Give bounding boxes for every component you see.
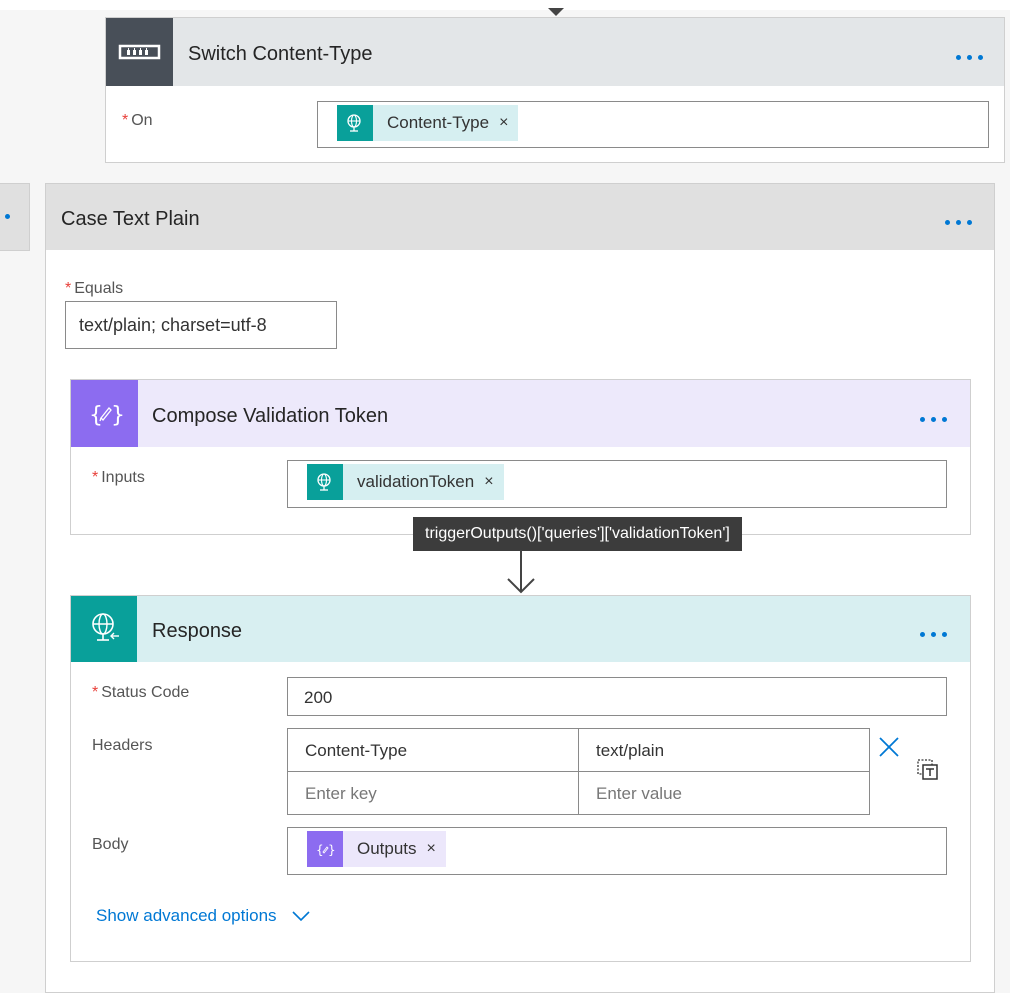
case-equals-input[interactable]: text/plain; charset=utf-8: [65, 301, 337, 349]
switch-on-label: * On: [122, 112, 153, 130]
compose-inputs-label-text: Inputs: [101, 469, 145, 486]
svg-text:{: {: [316, 843, 324, 857]
token-icon-tile: [307, 464, 343, 500]
globe-request-icon: [347, 114, 361, 132]
headers-table: Content-Type text/plain Enter key Enter …: [287, 728, 870, 815]
compose-icon: { }: [89, 403, 125, 428]
response-card: Response * Status Code 200 Headers Conten…: [70, 595, 971, 962]
header-key-cell[interactable]: Content-Type: [305, 741, 407, 761]
response-more-menu[interactable]: [917, 625, 950, 645]
globe-response-icon: [92, 613, 119, 641]
token-remove-icon[interactable]: ×: [427, 840, 446, 858]
switch-icon-tile: [106, 18, 173, 86]
status-code-input[interactable]: 200: [287, 677, 947, 716]
compose-inputs-label: * Inputs: [92, 469, 145, 487]
required-mark: *: [65, 280, 72, 297]
case-card: Case Text Plain * Equals text/plain; char…: [45, 183, 995, 993]
outputs-token[interactable]: { } Outputs ×: [307, 831, 446, 867]
svg-text:}: }: [328, 843, 336, 857]
switch-icon: [118, 44, 161, 60]
svg-text:}: }: [111, 403, 125, 428]
advanced-link-label: Show advanced options: [96, 906, 277, 925]
validation-token-token[interactable]: validationToken ×: [307, 464, 504, 500]
token-remove-icon[interactable]: ×: [499, 114, 518, 132]
token-label: Outputs: [357, 839, 417, 858]
switch-more-menu[interactable]: [953, 48, 986, 68]
compose-more-menu[interactable]: [917, 410, 950, 430]
required-mark: *: [122, 112, 129, 129]
body-label: Body: [92, 836, 129, 853]
tooltip-text: triggerOutputs()['queries']['validationT…: [425, 525, 730, 542]
required-mark: *: [92, 469, 99, 486]
case-more-menu[interactable]: [942, 213, 975, 233]
case-title: Case Text Plain: [61, 208, 200, 230]
content-type-token[interactable]: Content-Type ×: [337, 105, 519, 141]
token-icon-tile: { }: [307, 831, 343, 867]
token-icon-tile: [337, 105, 373, 141]
token-expression-tooltip: triggerOutputs()['queries']['validationT…: [413, 517, 742, 551]
switch-on-label-text: On: [131, 112, 153, 129]
response-title: Response: [152, 620, 243, 642]
status-code-value: 200: [304, 688, 333, 707]
switch-title: Switch Content-Type: [188, 43, 373, 65]
header-key-input[interactable]: Enter key: [305, 784, 377, 804]
globe-request-icon: [317, 473, 331, 491]
compose-icon-tile: { }: [71, 380, 138, 447]
status-code-label: * Status Code: [92, 684, 189, 702]
svg-text:{: {: [89, 403, 103, 428]
case-equals-label: * Equals: [65, 280, 123, 298]
compose-card: { } Compose Validation Token * Inputs va…: [70, 379, 971, 535]
canvas-top: [0, 0, 1010, 10]
response-icon-tile: [71, 596, 137, 662]
token-remove-icon[interactable]: ×: [484, 473, 503, 491]
status-code-label-text: Status Code: [101, 684, 190, 701]
chevron-down-icon: [291, 911, 310, 922]
header-value-input[interactable]: Enter value: [596, 784, 682, 804]
delete-row-close-icon[interactable]: [878, 736, 900, 758]
compose-token-icon: { }: [316, 843, 336, 857]
connector-arrow-down-icon: [507, 550, 535, 594]
case-equals-value: text/plain; charset=utf-8: [79, 315, 267, 335]
required-mark: *: [92, 684, 99, 701]
token-label: validationToken: [357, 472, 475, 491]
compose-title: Compose Validation Token: [152, 405, 389, 427]
show-advanced-options-link[interactable]: Show advanced options: [96, 906, 311, 926]
switch-to-text-mode-icon[interactable]: [916, 758, 940, 782]
adjacent-case-more-menu[interactable]: [5, 214, 10, 219]
switch-card: Switch Content-Type * On Content-Type ×: [105, 17, 1005, 163]
headers-label: Headers: [92, 737, 153, 754]
case-equals-label-text: Equals: [74, 280, 124, 297]
header-value-cell[interactable]: text/plain: [596, 741, 664, 761]
token-label: Content-Type: [387, 113, 490, 132]
